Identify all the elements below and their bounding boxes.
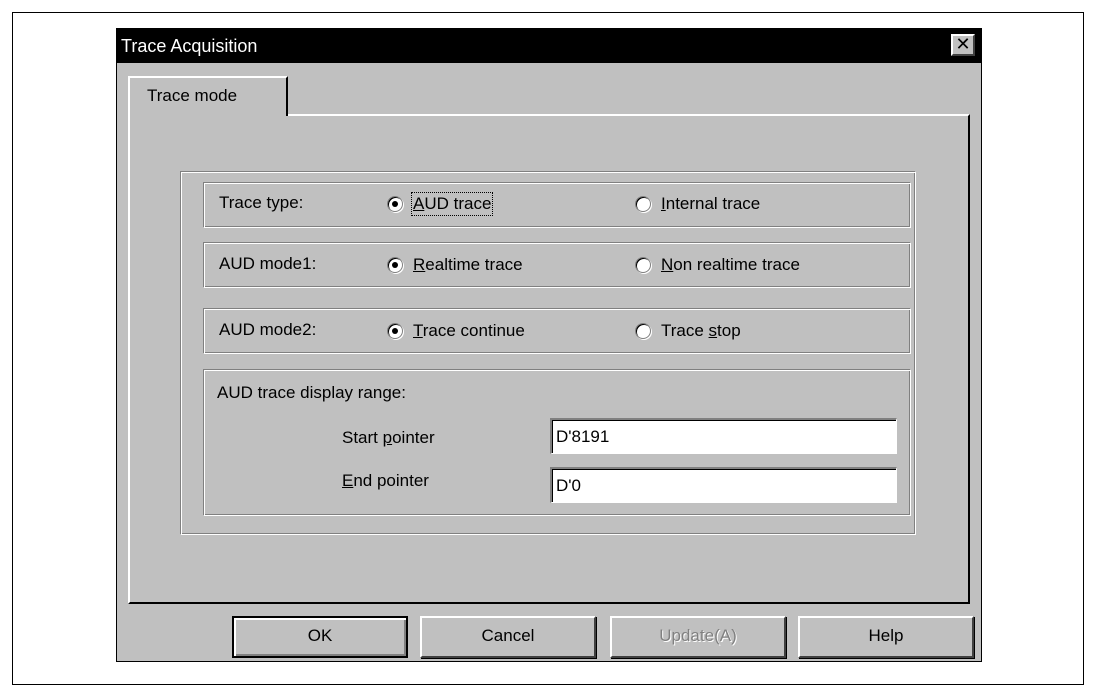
radio-label-trace-continue: Trace continue xyxy=(413,321,525,340)
ok-button[interactable]: OK xyxy=(232,616,408,658)
help-button[interactable]: Help xyxy=(798,616,974,658)
trace-acquisition-dialog: Trace Acquisition ✕ Trace mode Trace typ… xyxy=(116,28,982,662)
radio-label-aud-trace: AUD trace xyxy=(410,192,494,216)
radio-checked-icon xyxy=(387,196,403,212)
radio-non-realtime-trace[interactable]: Non realtime trace xyxy=(635,255,800,275)
close-button[interactable]: ✕ xyxy=(951,34,975,56)
start-pointer-input[interactable] xyxy=(550,418,897,454)
update-button[interactable]: Update(A) xyxy=(610,616,786,658)
aud-mode2-label: AUD mode2: xyxy=(219,320,317,339)
radio-label-trace-stop: Trace stop xyxy=(661,321,741,340)
close-icon: ✕ xyxy=(955,34,971,54)
trace-type-group xyxy=(203,182,911,228)
radio-checked-icon xyxy=(387,257,403,273)
aud-mode1-label: AUD mode1: xyxy=(219,254,317,273)
trace-type-label: Trace type: xyxy=(219,193,304,212)
tab-trace-mode[interactable]: Trace mode xyxy=(128,76,288,116)
tab-label: Trace mode xyxy=(147,86,238,105)
window-title: Trace Acquisition xyxy=(121,36,258,56)
end-pointer-label: End pointer xyxy=(342,471,429,490)
radio-aud-trace[interactable]: AUD trace xyxy=(387,192,494,216)
radio-unchecked-icon xyxy=(635,257,651,273)
radio-label-realtime-trace: Realtime trace xyxy=(413,255,523,274)
radio-trace-continue[interactable]: Trace continue xyxy=(387,321,525,341)
radio-label-internal-trace: Internal trace xyxy=(661,194,761,213)
end-pointer-input[interactable] xyxy=(550,467,897,503)
start-pointer-label: Start pointer xyxy=(342,428,435,447)
radio-checked-icon xyxy=(387,323,403,339)
radio-trace-stop[interactable]: Trace stop xyxy=(635,321,741,341)
cancel-button[interactable]: Cancel xyxy=(420,616,596,658)
radio-label-non-realtime-trace: Non realtime trace xyxy=(661,255,800,274)
radio-realtime-trace[interactable]: Realtime trace xyxy=(387,255,523,275)
radio-unchecked-icon xyxy=(635,323,651,339)
title-bar: Trace Acquisition ✕ xyxy=(117,29,981,63)
radio-internal-trace[interactable]: Internal trace xyxy=(635,194,760,214)
display-range-label: AUD trace display range: xyxy=(217,383,406,402)
radio-unchecked-icon xyxy=(635,196,651,212)
